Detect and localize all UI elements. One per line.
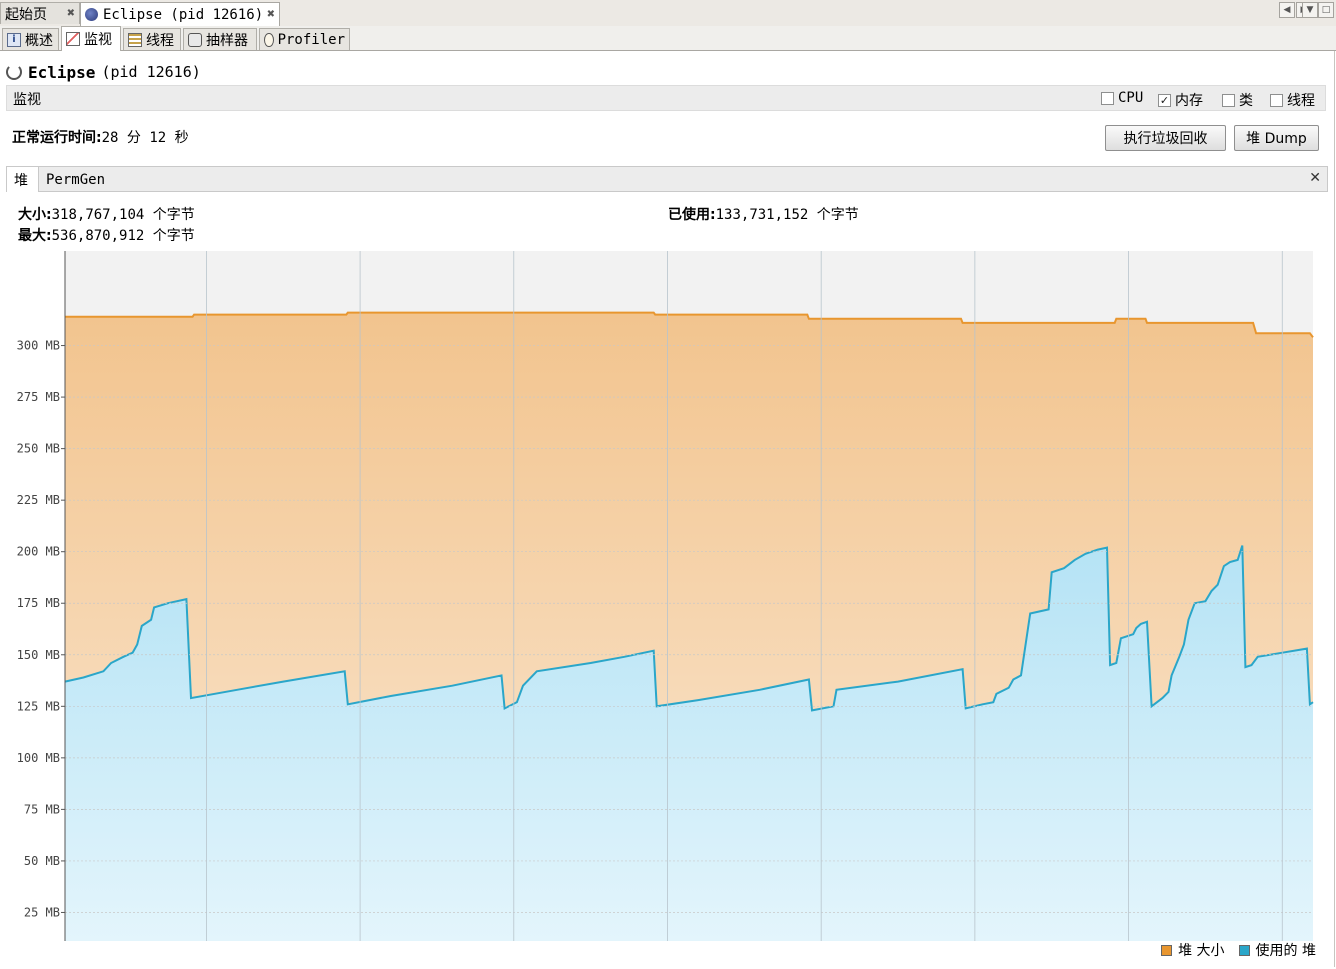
checkbox-classes-box[interactable] (1222, 93, 1235, 107)
checkbox-threads-box[interactable] (1270, 93, 1283, 107)
legend-used-heap-swatch (1238, 944, 1250, 956)
heap-size-label: 大小: (18, 207, 52, 223)
y-tick-label: 125 MB (17, 699, 60, 713)
checkbox-cpu[interactable]: CPU (1101, 90, 1143, 106)
uptime: 正常运行时间:28 分 12 秒 (12, 127, 189, 147)
info-icon: i (7, 32, 21, 47)
uptime-value: 28 分 12 秒 (101, 130, 189, 146)
tab-list-icon[interactable]: ▼ (1302, 2, 1318, 18)
heap-chart: 0 MB25 MB50 MB75 MB100 MB125 MB150 MB175… (17, 251, 1314, 941)
close-icon[interactable]: ✕ (1309, 170, 1321, 186)
legend-used-heap: 使用的 堆 (1255, 943, 1316, 959)
scroll-left-icon[interactable]: ◀ (1279, 2, 1295, 18)
y-tick-label: 100 MB (17, 751, 60, 765)
chart-legend: 堆 大小 使用的 堆 (1161, 940, 1316, 960)
y-tick-label: 50 MB (24, 854, 60, 868)
checkbox-cpu-box[interactable] (1101, 91, 1114, 105)
legend-heap-size-swatch (1161, 944, 1173, 956)
y-tick-label: 25 MB (24, 905, 60, 919)
tab-threads[interactable]: 线程 (123, 28, 181, 50)
tab-monitor-label: 监视 (84, 32, 112, 48)
checkbox-memory-label: 内存 (1175, 93, 1203, 109)
tab-sampler[interactable]: 抽样器 (183, 28, 257, 50)
stopwatch-icon (264, 32, 274, 47)
heap-max-stat: 最大:536,870,912 个字节 (18, 225, 195, 245)
sampler-icon (188, 32, 202, 47)
document-tab-bar: 起始页 ✖ Eclipse (pid 12616) ✖ ◀ ▶ ▼ □ (0, 0, 1336, 27)
tab-monitor[interactable]: 监视 (61, 26, 121, 51)
tab-threads-label: 线程 (146, 32, 174, 49)
legend-heap-size: 堆 大小 (1178, 943, 1225, 959)
heap-max-value: 536,870,912 个字节 (51, 228, 195, 244)
checkbox-classes-label: 类 (1239, 93, 1253, 109)
y-tick-label: 275 MB (17, 390, 60, 404)
y-tick-label: 300 MB (17, 339, 60, 353)
checkbox-cpu-label: CPU (1118, 90, 1144, 106)
tab-start-page-label: 起始页 (5, 6, 47, 23)
checkbox-threads[interactable]: 线程 (1270, 90, 1315, 110)
view-tab-bar: i 概述 监视 线程 抽样器 Profiler (0, 26, 1336, 51)
monitor-section-label: 监视 (13, 92, 41, 108)
checkbox-memory[interactable]: ✓ 内存 (1158, 90, 1203, 110)
heap-dump-button[interactable]: 堆 Dump (1234, 125, 1319, 151)
checkbox-classes[interactable]: 类 (1222, 90, 1253, 110)
heap-used-value: 133,731,152 个字节 (715, 207, 859, 223)
heap-tab-bar: 堆 PermGen ✕ (6, 166, 1328, 192)
eclipse-icon (85, 8, 98, 21)
heap-used-label: 已使用: (668, 207, 716, 223)
tab-overview-label: 概述 (25, 32, 53, 49)
tab-heap[interactable]: 堆 (7, 167, 39, 192)
y-tick-label: 175 MB (17, 596, 60, 610)
checkbox-threads-label: 线程 (1287, 93, 1315, 109)
tab-eclipse[interactable]: Eclipse (pid 12616) ✖ (80, 2, 280, 26)
tab-overview[interactable]: i 概述 (2, 28, 59, 50)
heap-size-stat: 大小:318,767,104 个字节 (18, 204, 195, 224)
refresh-icon (6, 64, 22, 80)
monitor-options-bar: 监视 CPU ✓ 内存 类 线程 (6, 85, 1326, 111)
y-tick-label: 150 MB (17, 648, 60, 662)
monitor-chart-icon (66, 32, 80, 46)
y-tick-label: 75 MB (24, 802, 60, 816)
heap-size-value: 318,767,104 个字节 (51, 207, 195, 223)
y-tick-label: 225 MB (17, 493, 60, 507)
app-pid: (pid 12616) (101, 63, 201, 81)
tab-profiler[interactable]: Profiler (259, 28, 350, 50)
app-name: Eclipse (28, 62, 96, 82)
tab-sampler-label: 抽样器 (206, 32, 248, 49)
uptime-label: 正常运行时间: (12, 130, 102, 146)
tab-eclipse-label: Eclipse (pid 12616) (103, 6, 264, 23)
threads-icon (128, 32, 142, 47)
tab-start-page[interactable]: 起始页 ✖ (0, 2, 80, 24)
heap-max-label: 最大: (18, 228, 52, 244)
tab-profiler-label: Profiler (277, 31, 345, 48)
y-tick-label: 200 MB (17, 545, 60, 559)
y-tick-label: 250 MB (17, 442, 60, 456)
page-title: Eclipse (pid 12616) (6, 61, 201, 83)
heap-used-stat: 已使用:133,731,152 个字节 (668, 204, 859, 224)
tab-permgen[interactable]: PermGen (39, 167, 112, 192)
checkbox-memory-box[interactable]: ✓ (1158, 93, 1171, 107)
y-axis-ticks: 0 MB25 MB50 MB75 MB100 MB125 MB150 MB175… (17, 339, 65, 919)
close-icon[interactable]: ✖ (267, 9, 275, 20)
perform-gc-button[interactable]: 执行垃圾回收 (1105, 125, 1226, 151)
monitor-panel: Eclipse (pid 12616) 监视 CPU ✓ 内存 类 线程 正常运… (0, 51, 1335, 967)
close-icon[interactable]: ✖ (67, 8, 75, 19)
maximize-icon[interactable]: □ (1318, 2, 1334, 18)
